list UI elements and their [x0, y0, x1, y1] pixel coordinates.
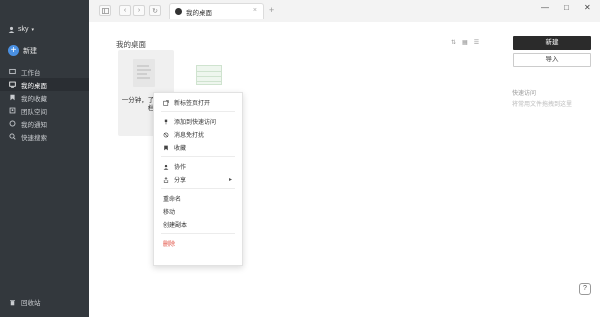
team-icon [9, 107, 16, 114]
sidebar-item-trash[interactable]: 回收站 [9, 297, 41, 307]
context-menu: 新标签页打开 添加到快速访问 消息免打扰 收藏 协作 分享 ▸ 重命名 移动 创… [153, 92, 243, 266]
menu-item-share[interactable]: 分享 ▸ [154, 173, 242, 186]
list-view-icon[interactable]: ☰ [474, 39, 479, 46]
menu-item-mute[interactable]: 消息免打扰 [154, 128, 242, 141]
sort-icon[interactable]: ⇅ [451, 39, 456, 46]
toggle-sidebar-button[interactable] [99, 5, 111, 16]
share-icon [163, 176, 169, 183]
import-button[interactable]: 导入 [513, 53, 591, 67]
new-button[interactable]: 新建 [513, 36, 591, 50]
chevron-left-icon: ‹ [123, 7, 127, 14]
sidebar-item-favorites[interactable]: 我的收藏 [0, 91, 89, 104]
sidebar-item-label: 工作台 [21, 69, 41, 77]
collaborate-icon [163, 164, 169, 170]
menu-item-label: 收藏 [174, 146, 187, 152]
sidebar-new-label: 新建 [23, 47, 37, 55]
submenu-arrow-icon: ▸ [228, 177, 232, 183]
sidebar-toggle-icon [101, 7, 109, 14]
menu-item-label: 添加到快速访问 [174, 120, 217, 126]
page-title: 我的桌面 [116, 40, 146, 49]
menu-item-favorite[interactable]: 收藏 [154, 141, 242, 154]
app-logo-icon [175, 8, 182, 15]
sidebar-item-label: 我的桌面 [21, 82, 47, 90]
sidebar: sky ▾ + 新建 工作台 我的桌面 我的收藏 团队空间 我的通知 快速搜索 [0, 0, 89, 317]
sidebar-item-label: 团队空间 [21, 108, 47, 116]
menu-item-delete[interactable]: 删除 [154, 237, 242, 250]
sidebar-item-search[interactable]: 快速搜索 [0, 130, 89, 143]
maximize-button[interactable]: □ [564, 3, 569, 12]
user-menu[interactable]: sky ▾ [8, 26, 34, 33]
bookmark-icon [10, 94, 15, 101]
user-icon [8, 26, 15, 33]
pin-icon [164, 119, 168, 124]
chevron-right-icon: › [137, 7, 141, 14]
menu-item-move[interactable]: 移动 [154, 205, 242, 218]
add-tab-button[interactable]: + [269, 5, 274, 15]
menu-item-label: 删除 [163, 242, 176, 248]
document-icon [133, 59, 155, 87]
help-button[interactable]: ? [579, 283, 591, 295]
sidebar-item-workspace[interactable]: 工作台 [0, 65, 89, 78]
sidebar-item-desktop[interactable]: 我的桌面 [0, 78, 89, 91]
back-button[interactable]: ‹ [119, 5, 131, 16]
sidebar-item-label: 快速搜索 [21, 134, 47, 142]
sidebar-new-button[interactable]: + 新建 [8, 45, 37, 56]
chevron-down-icon: ▾ [31, 26, 35, 33]
workspace-icon [9, 68, 16, 75]
close-tab-icon[interactable]: × [253, 7, 257, 14]
bookmark-icon [164, 145, 168, 150]
menu-item-rename[interactable]: 重命名 [154, 192, 242, 205]
sidebar-item-notifications[interactable]: 我的通知 [0, 117, 89, 130]
mute-icon [163, 132, 169, 137]
search-icon [9, 133, 16, 140]
menu-item-open-new-tab[interactable]: 新标签页打开 [154, 96, 242, 109]
tab-title: 我的桌面 [186, 9, 212, 17]
bell-icon [9, 120, 16, 127]
menu-item-pin[interactable]: 添加到快速访问 [154, 115, 242, 128]
menu-item-label: 分享 [174, 178, 187, 184]
sidebar-nav: 工作台 我的桌面 我的收藏 团队空间 我的通知 快速搜索 [0, 65, 89, 143]
menu-item-label: 重命名 [163, 197, 182, 203]
quick-access-title: 快速访问 [512, 91, 537, 97]
grid-view-icon[interactable]: ▦ [462, 39, 468, 46]
menu-item-label: 创建副本 [163, 223, 188, 229]
tab-desktop[interactable]: 我的桌面 × [169, 3, 264, 19]
top-bar: ‹ › ↻ 我的桌面 × + — □ ✕ [89, 0, 600, 22]
menu-item-collaborate[interactable]: 协作 [154, 160, 242, 173]
sidebar-item-team[interactable]: 团队空间 [0, 104, 89, 117]
trash-label: 回收站 [21, 300, 41, 307]
spreadsheet-icon[interactable] [196, 65, 222, 85]
minimize-button[interactable]: — [541, 3, 549, 12]
close-window-button[interactable]: ✕ [584, 3, 591, 12]
divider [161, 233, 235, 234]
quick-access-hint: 将常用文件拖拽到这里 [512, 102, 573, 108]
menu-item-label: 消息免打扰 [174, 133, 205, 139]
menu-item-label: 移动 [163, 210, 176, 216]
sidebar-item-label: 我的通知 [21, 121, 47, 129]
divider [161, 111, 235, 112]
menu-item-label: 协作 [174, 165, 187, 171]
divider [161, 156, 235, 157]
sidebar-item-label: 我的收藏 [21, 95, 47, 103]
divider [161, 188, 235, 189]
open-new-tab-icon [163, 99, 169, 106]
menu-item-label: 新标签页打开 [174, 101, 211, 107]
refresh-button[interactable]: ↻ [149, 5, 161, 16]
menu-item-duplicate[interactable]: 创建副本 [154, 218, 242, 231]
username: sky [18, 26, 29, 33]
plus-icon: + [8, 45, 19, 56]
view-switcher: ⇅ ▦ ☰ [451, 39, 479, 46]
forward-button[interactable]: › [133, 5, 145, 16]
refresh-icon: ↻ [152, 7, 158, 15]
desktop-icon [9, 81, 16, 88]
trash-icon [10, 299, 15, 305]
